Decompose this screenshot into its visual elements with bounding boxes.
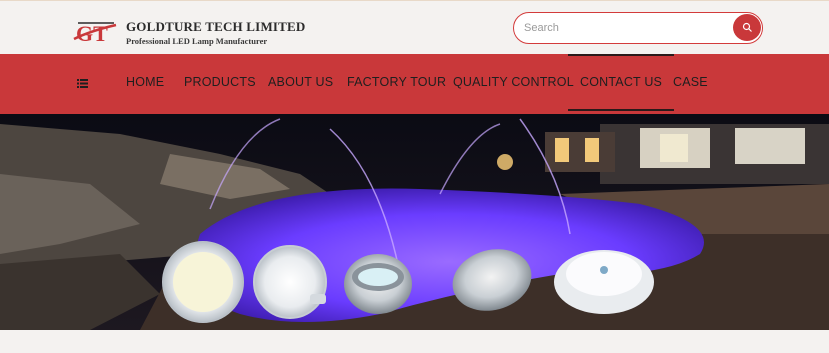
- lamp-2: [253, 245, 327, 319]
- nav-item-about-us[interactable]: ABOUT US: [268, 75, 333, 89]
- page: GT GOLDTURE TECH LIMITED Professional LE…: [0, 0, 829, 353]
- nav-item-quality-control[interactable]: QUALITY CONTROL: [453, 75, 574, 89]
- search-button[interactable]: [733, 14, 761, 41]
- logo[interactable]: GT GOLDTURE TECH LIMITED Professional LE…: [70, 17, 306, 47]
- nav-item-case[interactable]: CASE: [673, 75, 708, 89]
- main-nav: HOME PRODUCTS ABOUT US FACTORY TOUR QUAL…: [0, 54, 829, 114]
- site-header: GT GOLDTURE TECH LIMITED Professional LE…: [0, 0, 829, 54]
- logo-mark-icon: GT: [73, 21, 117, 46]
- hero-banner[interactable]: [0, 114, 829, 330]
- logo-text: GOLDTURE TECH LIMITED Professional LED L…: [126, 19, 306, 46]
- list-icon[interactable]: [77, 78, 88, 89]
- search-input[interactable]: [524, 19, 724, 37]
- nav-item-factory-tour[interactable]: FACTORY TOUR: [347, 75, 446, 89]
- lamp-3: [344, 254, 412, 314]
- search-icon: [742, 22, 752, 32]
- lamp-1: [162, 241, 244, 323]
- company-name: GOLDTURE TECH LIMITED: [126, 18, 306, 34]
- nav-item-products[interactable]: PRODUCTS: [184, 75, 256, 89]
- company-tagline: Professional LED Lamp Manufacturer: [126, 35, 268, 46]
- search-box: [513, 12, 763, 44]
- lamp-5: [554, 250, 654, 314]
- nav-item-contact-us[interactable]: CONTACT US: [567, 54, 675, 111]
- pool-lights-banner-image: [0, 114, 829, 330]
- page-bottom-area: [0, 330, 829, 353]
- logo-mark-text: GT: [76, 21, 108, 46]
- nav-item-home[interactable]: HOME: [126, 75, 164, 89]
